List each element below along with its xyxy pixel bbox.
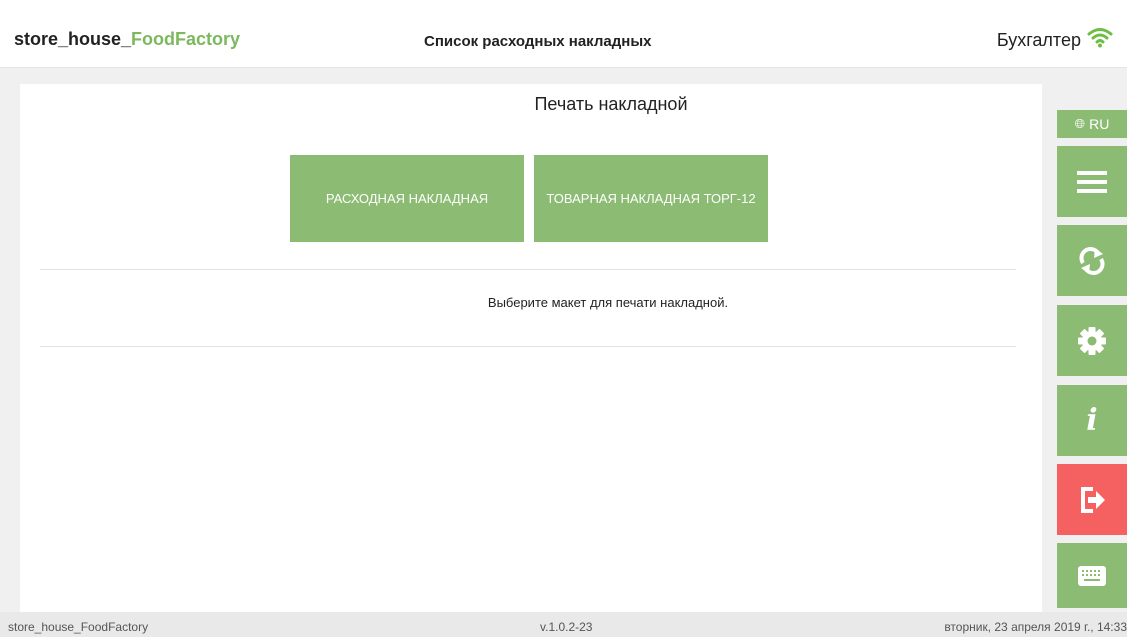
- menu-icon: [1077, 170, 1107, 193]
- app-window: store_house_FoodFactory Список расходных…: [0, 0, 1127, 637]
- footer-version: v.1.0.2-23: [540, 620, 593, 634]
- exit-icon: [1081, 486, 1105, 513]
- brand-prefix: store_house_: [14, 29, 132, 49]
- language-button[interactable]: 🌐︎ RU: [1057, 110, 1127, 138]
- header-bar: store_house_FoodFactory Список расходных…: [0, 0, 1127, 68]
- app-brand: store_house_FoodFactory: [14, 29, 240, 50]
- footer-datetime: вторник, 23 апреля 2019 г., 14:33: [944, 620, 1127, 634]
- menu-button[interactable]: [1057, 146, 1127, 217]
- wifi-icon: [1087, 28, 1113, 48]
- logout-button[interactable]: [1057, 464, 1127, 535]
- brand-accent: FoodFactory: [131, 29, 241, 49]
- sync-icon: [1079, 246, 1105, 275]
- sync-button[interactable]: [1057, 225, 1127, 296]
- divider-top: [40, 269, 1016, 270]
- keyboard-icon: [1078, 565, 1106, 586]
- expense-invoice-button[interactable]: Расходная накладная: [290, 155, 524, 242]
- language-label: RU: [1089, 116, 1110, 132]
- divider-bottom: [40, 346, 1016, 347]
- gear-icon: [1078, 326, 1106, 355]
- status-bar: store_house_FoodFactory v.1.0.2-23 вторн…: [0, 612, 1127, 637]
- globe-icon: 🌐︎: [1074, 116, 1086, 131]
- info-button[interactable]: i: [1057, 385, 1127, 456]
- footer-app-name: store_house_FoodFactory: [8, 620, 149, 634]
- user-role: Бухгалтер: [996, 30, 1081, 50]
- print-panel: Печать накладной Расходная накладная Тов…: [20, 84, 1042, 612]
- panel-title: Печать накладной: [534, 94, 688, 114]
- keyboard-button[interactable]: [1057, 543, 1127, 608]
- torg12-invoice-button[interactable]: Товарная накладная ТОРГ-12: [534, 155, 768, 242]
- page-title: Список расходных накладных: [424, 33, 652, 50]
- hint-text: Выберите макет для печати накладной.: [487, 295, 729, 310]
- settings-button[interactable]: [1057, 305, 1127, 376]
- info-icon: i: [1086, 403, 1098, 438]
